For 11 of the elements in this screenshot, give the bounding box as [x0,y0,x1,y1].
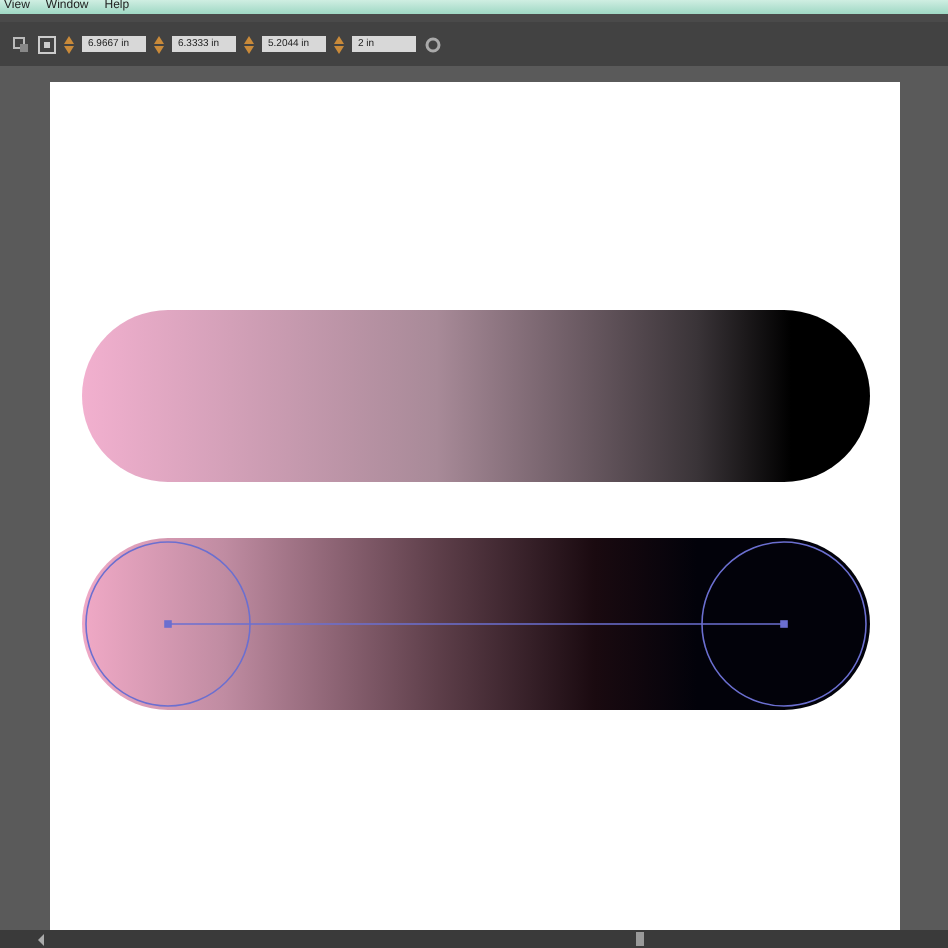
gradient-line[interactable] [163,620,787,628]
scroll-bar[interactable] [636,932,644,946]
reference-point-icon[interactable] [38,35,56,53]
settings-icon[interactable] [424,35,442,53]
spinner-icon[interactable] [64,35,74,53]
spinner-icon[interactable] [244,35,254,53]
spinner-icon[interactable] [154,35,164,53]
arrow-icon[interactable] [36,933,48,945]
spinner-icon[interactable] [334,35,344,53]
transform-icon[interactable] [12,35,30,53]
gradient-ring[interactable] [700,541,866,707]
